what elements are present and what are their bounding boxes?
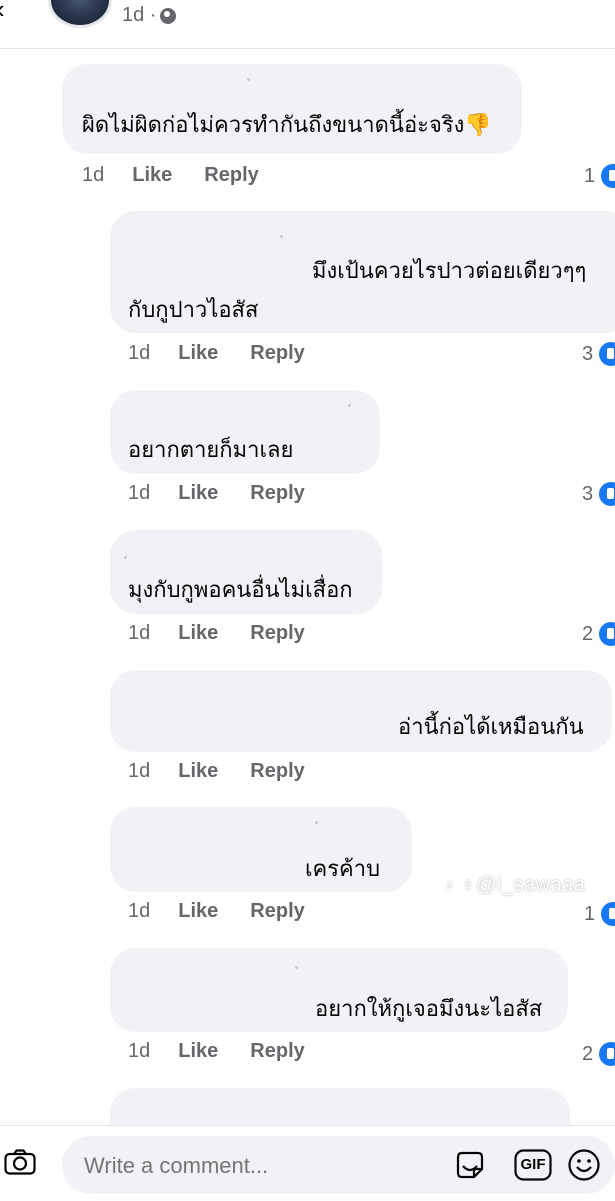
like-button[interactable]: Like <box>132 164 172 187</box>
comment-time: 1d <box>128 342 151 364</box>
reply-button[interactable]: Reply <box>250 900 304 923</box>
sticker-icon[interactable] <box>454 1149 486 1181</box>
decoration-dot <box>247 78 250 81</box>
comment-bubble[interactable]: มึงเป้นควยไรปาวต่อยเดียวๆๆ กับกูปาวไอสัส <box>110 211 615 333</box>
comment-bubble[interactable]: ผิดไม่ผิดก่อไม่ควรทำกันถึงขนาดนี้อ่ะจริง… <box>62 64 522 154</box>
back-arrow-icon[interactable]: ‹ <box>0 0 5 25</box>
reply-button[interactable]: Reply <box>250 342 304 365</box>
comment-actions: 1d Like Reply <box>82 164 259 187</box>
globe-icon <box>160 7 177 24</box>
camera-icon[interactable] <box>4 1149 36 1175</box>
like-button[interactable]: Like <box>178 342 218 365</box>
comment-bubble[interactable]: อยากให้กูเจอมึงนะไอสัส <box>110 948 568 1032</box>
like-button[interactable]: Like <box>178 1040 218 1063</box>
reaction-number: 1 <box>584 164 596 187</box>
comment-bubble[interactable]: เครค้าบ <box>110 807 412 892</box>
decoration-dot <box>280 235 283 238</box>
comment-text-line-1: มึงเป้นควยไรปาวต่อยเดียวๆๆ <box>312 259 587 284</box>
comment-text: อยากให้กูเจอมึงนะไอสัส <box>315 997 543 1022</box>
reply-button[interactable]: Reply <box>250 622 304 645</box>
reaction-number: 2 <box>582 622 594 645</box>
comment-composer: GIF <box>0 1125 615 1201</box>
comment-time: 1d <box>128 760 151 782</box>
decoration-dot <box>348 404 351 407</box>
comment-bubble[interactable]: อ่านี้ก่อได้เหมือนกัน <box>110 670 612 752</box>
reaction-count[interactable]: 3 <box>582 480 615 508</box>
reply-button[interactable]: Reply <box>250 1040 304 1063</box>
comment-actions: 1d Like Reply <box>128 342 305 365</box>
comment-time: 1d <box>128 622 151 644</box>
post-meta: 1d · <box>122 4 177 27</box>
reply-button[interactable]: Reply <box>250 482 304 505</box>
like-icon <box>597 340 615 368</box>
reaction-count[interactable]: 2 <box>582 620 615 648</box>
decoration-dot <box>124 556 127 559</box>
reply-button[interactable]: Reply <box>250 760 304 783</box>
comment-bubble[interactable]: มุงกับกูพอคนอื่นไม่เสื่อก <box>110 530 382 614</box>
comment-time: 1d <box>128 1040 151 1062</box>
watermark: ♪ ♀@i_sawaaa <box>444 874 586 896</box>
gif-icon[interactable]: GIF <box>514 1149 552 1181</box>
comment-actions: 1d Like Reply <box>128 482 305 505</box>
gif-label: GIF <box>520 1156 546 1173</box>
like-button[interactable]: Like <box>178 622 218 645</box>
emoji-icon[interactable] <box>567 1148 601 1182</box>
comment-text: อ่านี้ก่อได้เหมือนกัน <box>398 715 584 740</box>
comment-actions: 1d Like Reply <box>128 622 305 645</box>
comment-actions: 1d Like Reply <box>128 900 305 923</box>
like-icon <box>599 162 615 190</box>
comment-input[interactable] <box>82 1136 436 1196</box>
comment-text: มุงกับกูพอคนอื่นไม่เสื่อก <box>128 578 353 603</box>
reaction-count[interactable]: 2 <box>582 1040 615 1068</box>
comment-text: ผิดไม่ผิดก่อไม่ควรทำกันถึงขนาดนี้อ่ะจริง… <box>82 113 492 138</box>
like-icon <box>597 1040 615 1068</box>
comment-actions: 1d Like Reply <box>128 1040 305 1063</box>
reaction-count[interactable]: 1 <box>584 900 615 928</box>
like-icon <box>597 620 615 648</box>
like-button[interactable]: Like <box>178 900 218 923</box>
comment-text: เครค้าบ <box>305 857 381 882</box>
like-icon <box>597 480 615 508</box>
reaction-count[interactable]: 3 <box>582 340 615 368</box>
comment-actions: 1d Like Reply <box>128 760 305 783</box>
like-button[interactable]: Like <box>178 482 218 505</box>
comment-text: อยากตายก็มาเลย <box>128 438 294 463</box>
reaction-count[interactable]: 1 <box>584 162 615 190</box>
post-header: ‹ 1d · <box>0 0 615 49</box>
decoration-dot <box>295 966 298 969</box>
comment-box[interactable]: GIF <box>62 1136 615 1196</box>
comment-time: 1d <box>128 900 151 922</box>
decoration-dot <box>315 821 318 824</box>
comment-time: 1d <box>82 164 105 186</box>
reaction-number: 1 <box>584 902 596 925</box>
reaction-number: 2 <box>582 1042 594 1065</box>
post-time: 1d · <box>122 4 157 26</box>
comment-time: 1d <box>128 482 151 504</box>
comment-text-line-2: กับกูปาวไอสัส <box>128 298 259 323</box>
reaction-number: 3 <box>582 342 594 365</box>
avatar[interactable] <box>48 0 112 28</box>
like-icon <box>599 900 615 928</box>
comment-bubble-partial[interactable] <box>110 1088 570 1128</box>
like-button[interactable]: Like <box>178 760 218 783</box>
comment-bubble[interactable]: อยากตายก็มาเลย <box>110 390 380 474</box>
reaction-number: 3 <box>582 482 594 505</box>
reply-button[interactable]: Reply <box>204 164 258 187</box>
